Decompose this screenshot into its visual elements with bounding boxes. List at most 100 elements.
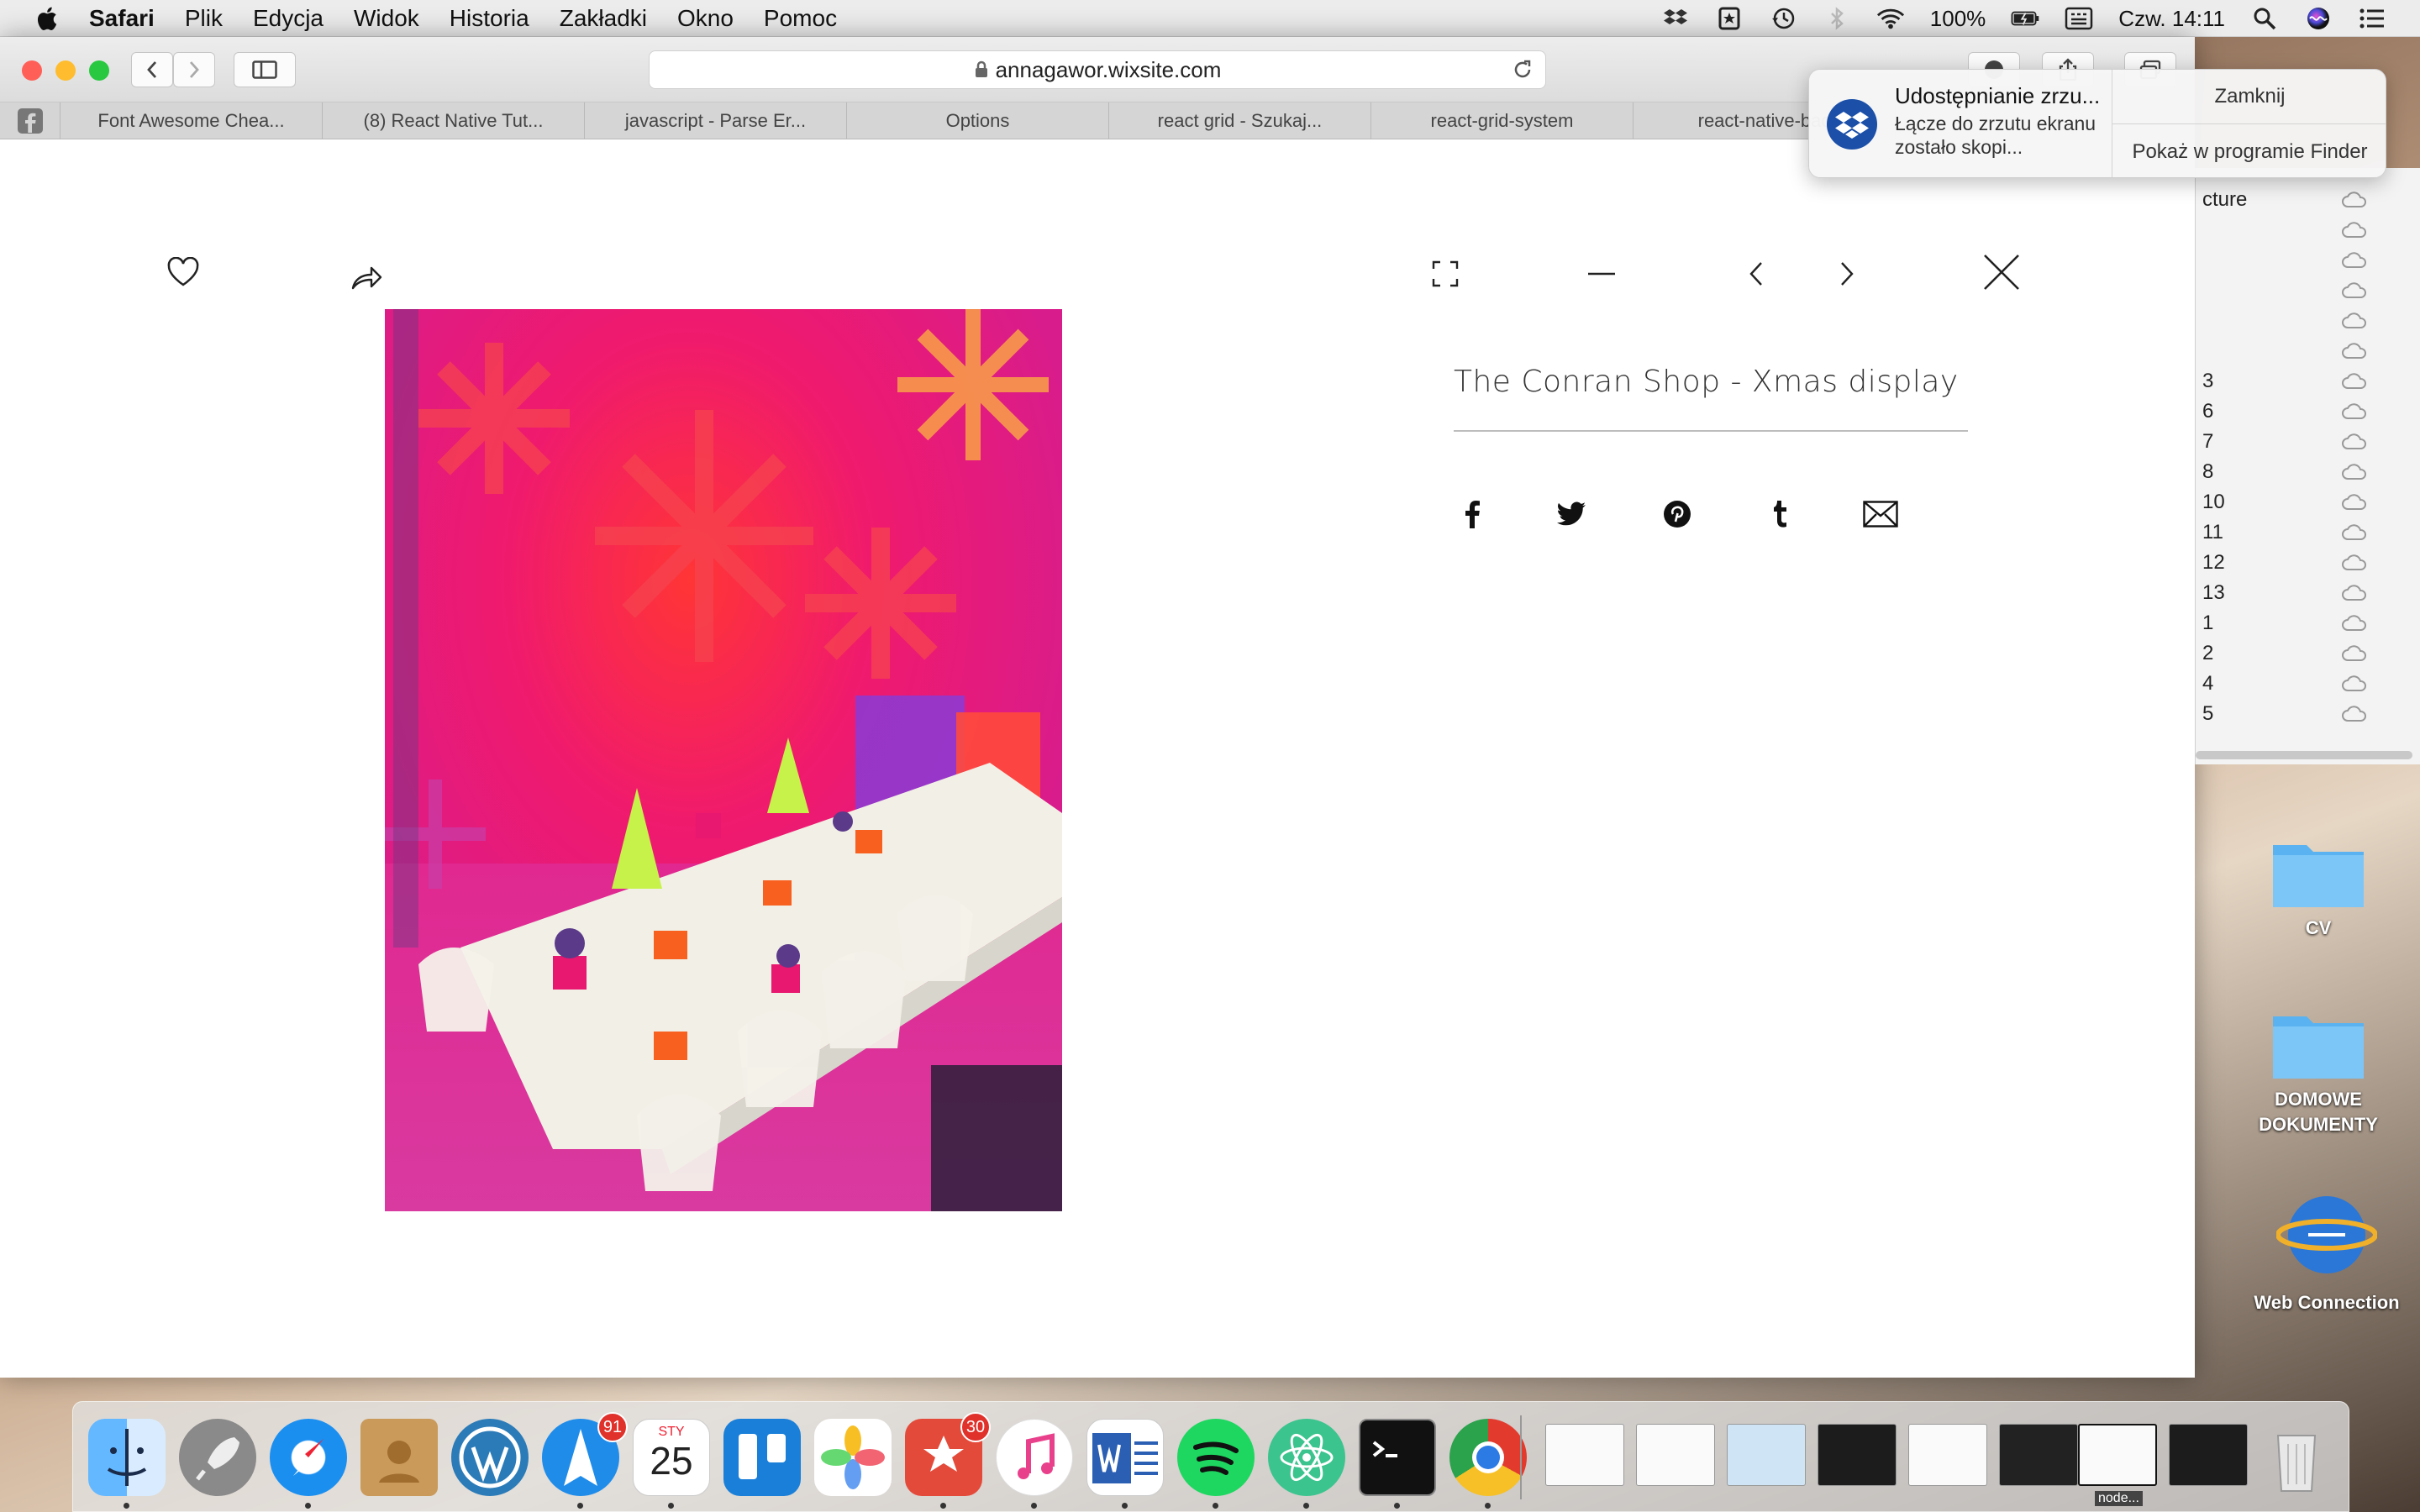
finder-row[interactable]: 12	[2196, 548, 2420, 578]
finder-row[interactable]: 3	[2196, 366, 2420, 396]
reload-icon[interactable]	[1512, 59, 1534, 81]
share-pinterest-button[interactable]	[1659, 496, 1696, 533]
finder-row[interactable]	[2196, 245, 2420, 276]
desktop-folder-cv[interactable]: CV	[2238, 833, 2398, 941]
notification-close-button[interactable]: Zamknij	[2112, 70, 2386, 124]
menu-safari[interactable]: Safari	[89, 5, 155, 32]
finder-row[interactable]: 1	[2196, 608, 2420, 638]
notification-center-icon[interactable]	[2358, 6, 2386, 31]
pinned-tab-facebook[interactable]	[0, 102, 60, 139]
finder-row[interactable]	[2196, 306, 2420, 336]
finder-row[interactable]: 2	[2196, 638, 2420, 669]
apple-icon[interactable]	[34, 5, 59, 32]
siri-icon[interactable]	[2304, 6, 2333, 31]
dock-minimized-window[interactable]: node...	[2078, 1424, 2157, 1506]
menu-edycja[interactable]: Edycja	[253, 5, 324, 32]
tab-2[interactable]: javascript - Parse Er...	[585, 102, 847, 139]
bluetooth-icon[interactable]	[1823, 6, 1851, 31]
menu-widok[interactable]: Widok	[354, 5, 419, 32]
menu-pomoc[interactable]: Pomoc	[764, 5, 837, 32]
dock-minimized-window[interactable]	[2169, 1424, 2248, 1486]
menu-okno[interactable]: Okno	[677, 5, 734, 32]
tab-5[interactable]: react-grid-system	[1371, 102, 1634, 139]
dock-safari[interactable]	[270, 1419, 347, 1496]
tab-0[interactable]: Font Awesome Chea...	[60, 102, 323, 139]
dock-photos[interactable]	[814, 1419, 892, 1496]
close-window-button[interactable]	[22, 60, 42, 81]
tab-4[interactable]: react grid - Szukaj...	[1109, 102, 1371, 139]
share-facebook-button[interactable]	[1454, 496, 1491, 533]
battery-icon[interactable]	[2011, 6, 2039, 31]
share-email-button[interactable]	[1862, 496, 1899, 533]
finder-row[interactable]: cture	[2196, 185, 2420, 215]
dock-minimized-window[interactable]	[1727, 1424, 1806, 1486]
close-viewer-button[interactable]	[1981, 252, 2022, 292]
dock-spotify[interactable]	[1177, 1419, 1255, 1496]
dock-trello[interactable]	[723, 1419, 801, 1496]
dock-minimized-window[interactable]	[1636, 1424, 1715, 1486]
finder-row[interactable]: 6	[2196, 396, 2420, 427]
desktop-folder-domowe-dokumenty[interactable]: DOMOWE DOKUMENTY	[2238, 1005, 2398, 1137]
spotlight-search-icon[interactable]	[2250, 6, 2279, 31]
time-machine-icon[interactable]	[1769, 6, 1797, 31]
dropbox-notification[interactable]: Udostępnianie zrzu... Łącze do zrzutu ek…	[1808, 69, 2386, 178]
finder-row[interactable]: 10	[2196, 487, 2420, 517]
fullscreen-button[interactable]	[1425, 254, 1465, 294]
back-button[interactable]	[131, 52, 173, 87]
finder-row[interactable]: 7	[2196, 427, 2420, 457]
bookmark-star-icon[interactable]	[1715, 6, 1744, 31]
show-in-finder-button[interactable]: Pokaż w programie Finder	[2112, 124, 2386, 177]
finder-row[interactable]: 13	[2196, 578, 2420, 608]
dock-minimized-window[interactable]	[1818, 1424, 1897, 1486]
wifi-icon[interactable]	[1876, 6, 1905, 31]
dock-chrome[interactable]	[1449, 1419, 1527, 1496]
share-button[interactable]	[346, 257, 387, 297]
dock-trash[interactable]	[2258, 1419, 2335, 1496]
finder-row[interactable]	[2196, 215, 2420, 245]
finder-row[interactable]	[2196, 276, 2420, 306]
tab-1[interactable]: (8) React Native Tut...	[323, 102, 585, 139]
minimize-window-button[interactable]	[55, 60, 76, 81]
zoom-window-button[interactable]	[89, 60, 109, 81]
dock-contacts[interactable]	[360, 1419, 438, 1496]
trash-icon	[2276, 1435, 2317, 1492]
dock-minimized-window[interactable]	[1908, 1424, 1987, 1486]
dock-minimized-window[interactable]	[1545, 1424, 1624, 1486]
finder-row[interactable]: 11	[2196, 517, 2420, 548]
dock-terminal[interactable]	[1359, 1419, 1436, 1496]
menu-plik[interactable]: Plik	[185, 5, 223, 32]
dock-wordpress[interactable]	[451, 1419, 529, 1496]
sidebar-toggle-button[interactable]	[234, 52, 296, 87]
menu-zakladki[interactable]: Zakładki	[560, 5, 647, 32]
next-image-button[interactable]	[1827, 254, 1867, 294]
address-bar[interactable]: annagawor.wixsite.com	[649, 50, 1546, 89]
finder-row[interactable]	[2196, 336, 2420, 366]
running-indicator	[1303, 1503, 1309, 1509]
dock-word[interactable]	[1086, 1419, 1164, 1496]
dock-airmail[interactable]: 91	[542, 1412, 628, 1496]
dock-itunes[interactable]	[996, 1419, 1073, 1496]
previous-image-button[interactable]	[1736, 254, 1776, 294]
dock-launchpad[interactable]	[179, 1419, 256, 1496]
desktop-web-connection[interactable]: Web Connection	[2247, 1193, 2407, 1315]
gallery-photo[interactable]	[385, 309, 1062, 1211]
dock-minimized-window[interactable]	[1999, 1424, 2078, 1486]
menu-clock[interactable]: Czw. 14:11	[2118, 6, 2225, 32]
dock-calendar[interactable]: STY 25	[633, 1419, 710, 1496]
share-twitter-button[interactable]	[1553, 496, 1590, 533]
dropbox-status-icon[interactable]	[1661, 6, 1690, 31]
forward-button[interactable]	[173, 52, 215, 87]
dock-finder[interactable]	[88, 1419, 166, 1496]
keyboard-input-icon[interactable]	[2065, 6, 2093, 31]
like-button[interactable]	[163, 252, 203, 292]
finder-row[interactable]: 4	[2196, 669, 2420, 699]
dock-wunderlist[interactable]: 30	[905, 1412, 991, 1496]
minimize-info-button[interactable]	[1581, 254, 1622, 294]
finder-row[interactable]: 8	[2196, 457, 2420, 487]
menu-historia[interactable]: Historia	[450, 5, 529, 32]
dock-atom[interactable]	[1268, 1419, 1345, 1496]
finder-scrollbar[interactable]	[2196, 751, 2412, 759]
tab-3[interactable]: Options	[847, 102, 1109, 139]
share-tumblr-button[interactable]	[1761, 496, 1798, 533]
finder-row[interactable]: 5	[2196, 699, 2420, 729]
